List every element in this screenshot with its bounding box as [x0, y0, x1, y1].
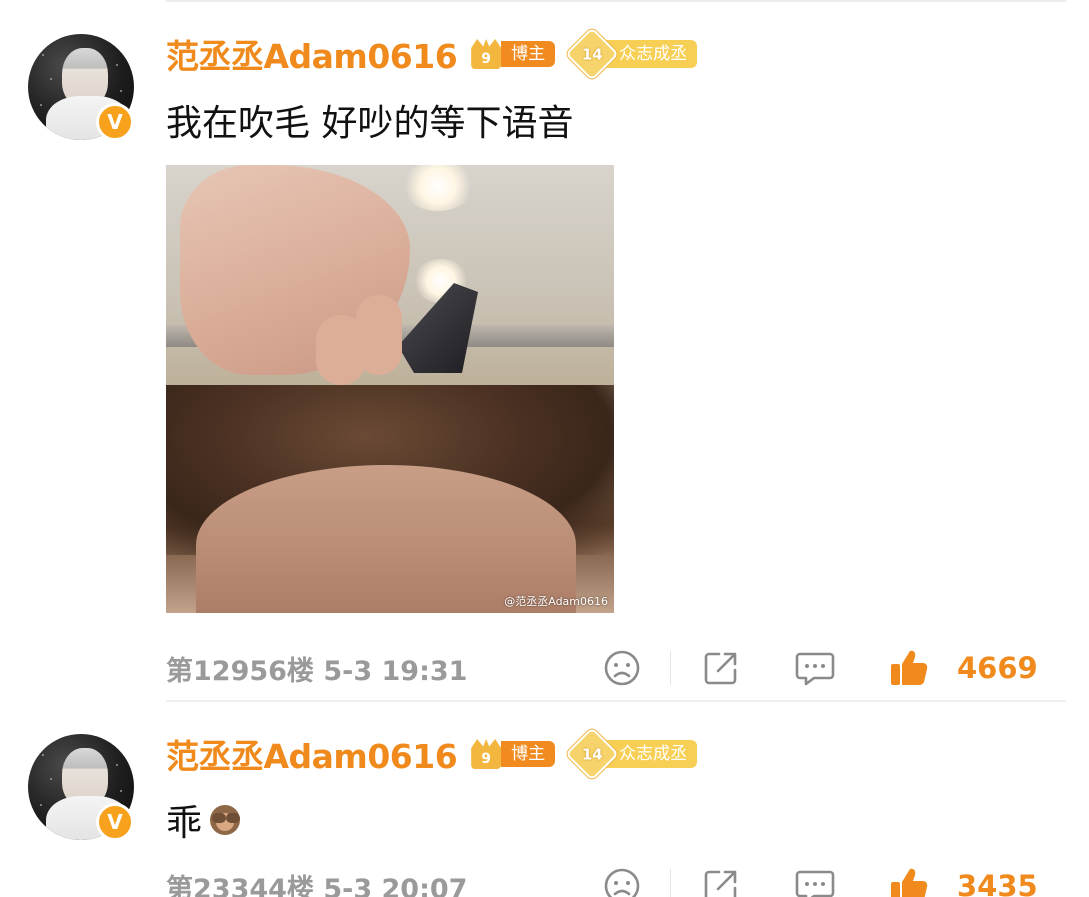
blogger-badge[interactable]: 9 博主 [471, 739, 556, 769]
thumbs-up-icon[interactable] [879, 646, 939, 690]
comment-divider [166, 700, 1066, 702]
like-count: 3435 [957, 869, 1038, 897]
crown-icon: 9 [471, 39, 502, 69]
dislike-face-icon[interactable] [592, 864, 652, 897]
comment-image[interactable]: @范丞丞Adam0616 [166, 165, 614, 613]
floor-and-time: 第23344楼 5-3 20:07 [166, 873, 468, 897]
name-row: 范丞丞Adam0616 9 博主 14 众志成丞 [166, 727, 698, 781]
like-count: 4669 [957, 651, 1038, 685]
comment-footer: 第12956楼 5-3 19:31 4669 [166, 646, 1046, 690]
fan-badge[interactable]: 14 众志成丞 [565, 727, 698, 781]
blogger-badge[interactable]: 9 博主 [471, 39, 556, 69]
fan-level-icon: 14 [565, 27, 620, 81]
blogger-badge-label: 博主 [501, 41, 556, 67]
fan-badge-label: 众志成丞 [603, 740, 698, 768]
verified-icon: V [96, 103, 134, 141]
comment-text: 乖 [166, 803, 203, 844]
verified-icon: V [96, 803, 134, 841]
fan-level-icon: 14 [565, 727, 620, 781]
comment-text: 我在吹毛 好吵的等下语音 [166, 103, 574, 144]
divider [670, 869, 671, 897]
blogger-badge-label: 博主 [501, 741, 556, 767]
fan-badge[interactable]: 14 众志成丞 [565, 27, 698, 81]
comment-footer: 第23344楼 5-3 20:07 3435 [166, 864, 1046, 897]
divider [670, 651, 671, 685]
comment-icon[interactable] [785, 864, 845, 897]
crown-icon: 9 [471, 739, 502, 769]
username[interactable]: 范丞丞Adam0616 [166, 30, 458, 78]
image-watermark: @范丞丞Adam0616 [504, 595, 608, 608]
comment-text-row: 乖 [166, 794, 244, 846]
see-no-evil-monkey-icon [206, 803, 244, 837]
top-divider [166, 0, 1066, 2]
comment-icon[interactable] [785, 646, 845, 690]
thumbs-up-icon[interactable] [879, 864, 939, 897]
weibo-comment-thread: V 范丞丞Adam0616 9 博主 14 众志成丞 我在吹毛 好吵的等下语音 … [0, 0, 1089, 897]
share-icon[interactable] [691, 864, 751, 897]
username[interactable]: 范丞丞Adam0616 [166, 730, 458, 778]
name-row: 范丞丞Adam0616 9 博主 14 众志成丞 [166, 27, 698, 81]
floor-and-time: 第12956楼 5-3 19:31 [166, 655, 468, 687]
share-icon[interactable] [691, 646, 751, 690]
fan-badge-label: 众志成丞 [603, 40, 698, 68]
dislike-face-icon[interactable] [592, 646, 652, 690]
